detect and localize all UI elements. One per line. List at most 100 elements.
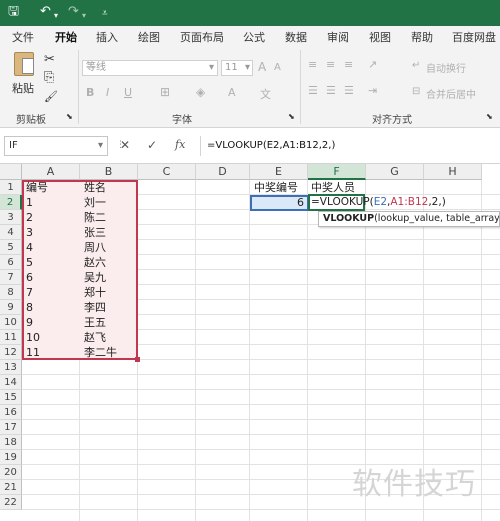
cell-a9[interactable]: 8 [24,300,33,315]
undo-icon[interactable]: ↶ [40,4,51,20]
fill-color-icon[interactable]: ◈ [196,85,205,99]
row-header-14[interactable]: 14 [0,375,22,390]
column-header-d[interactable]: D [196,164,250,180]
alignment-launcher-icon[interactable]: ⬊ [486,112,493,121]
border-icon[interactable]: ⊞ [160,85,170,99]
enter-icon[interactable]: ✓ [147,138,157,152]
row-header-9[interactable]: 9 [0,300,22,315]
name-box[interactable]: IF ▾ [4,136,108,156]
column-header-b[interactable]: B [80,164,138,180]
shrink-font-icon[interactable]: A [274,62,281,73]
function-tooltip[interactable]: VLOOKUP(lookup_value, table_array, c [318,211,500,227]
cell-a5[interactable]: 4 [24,240,33,255]
row-header-15[interactable]: 15 [0,390,22,405]
align-top-icon[interactable]: ≡ [308,58,317,71]
cell-e1[interactable]: 中奖编号 [252,180,298,195]
tab-formulas[interactable]: 公式 [243,29,265,45]
tab-data[interactable]: 数据 [285,29,307,45]
row-header-22[interactable]: 22 [0,495,22,510]
tab-view[interactable]: 视图 [369,29,391,45]
cell-a4[interactable]: 3 [24,225,33,240]
row-header-17[interactable]: 17 [0,420,22,435]
row-header-21[interactable]: 21 [0,480,22,495]
cell-b3[interactable]: 陈二 [82,210,106,225]
paste-button[interactable]: 粘贴 [10,50,40,98]
cell-a12[interactable]: 11 [24,345,40,360]
cell-b8[interactable]: 郑十 [82,285,106,300]
cell-b6[interactable]: 赵六 [82,255,106,270]
phonetic-icon[interactable]: 文 [260,86,271,102]
row-header-19[interactable]: 19 [0,450,22,465]
cell-b4[interactable]: 张三 [82,225,106,240]
cell-f1[interactable]: 中奖人员 [309,180,355,195]
underline-button[interactable]: U [124,86,132,99]
column-header-c[interactable]: C [138,164,196,180]
cancel-icon[interactable]: ✕ [120,138,130,152]
cell-b1[interactable]: 姓名 [82,180,106,195]
bold-button[interactable]: B [86,86,94,99]
cell-a2[interactable]: 1 [24,195,33,210]
row-header-13[interactable]: 13 [0,360,22,375]
row-header-6[interactable]: 6 [0,255,22,270]
tab-draw[interactable]: 绘图 [138,29,160,45]
tab-page-layout[interactable]: 页面布局 [180,29,224,45]
row-header-8[interactable]: 8 [0,285,22,300]
merge-center-icon[interactable]: ⊟ [412,86,420,97]
align-left-icon[interactable]: ☰ [308,84,318,97]
column-header-h[interactable]: H [424,164,482,180]
row-header-16[interactable]: 16 [0,405,22,420]
tab-help[interactable]: 帮助 [411,29,433,45]
grow-font-icon[interactable]: A [258,60,266,74]
cell-b12[interactable]: 李二牛 [82,345,117,360]
clipboard-launcher-icon[interactable]: ⬊ [66,112,73,121]
cell-f2-formula[interactable]: =VLOOKUP(E2,A1:B12,2,) [309,195,446,210]
cell-a11[interactable]: 10 [24,330,40,345]
tab-insert[interactable]: 插入 [96,29,118,45]
save-icon[interactable]: 🖫 [8,4,19,20]
cell-b11[interactable]: 赵飞 [82,330,106,345]
cell-b2[interactable]: 刘一 [82,195,106,210]
redo-dropdown-icon[interactable]: ▾ [82,8,86,24]
tab-home[interactable]: 开始 [55,29,77,49]
row-header-3[interactable]: 3 [0,210,22,225]
column-header-e[interactable]: E [250,164,308,180]
column-header-f[interactable]: F [308,164,366,180]
cell-b9[interactable]: 李四 [82,300,106,315]
align-bottom-icon[interactable]: ≡ [344,58,353,71]
column-header-a[interactable]: A [22,164,80,180]
italic-button[interactable]: I [106,86,109,99]
tab-file[interactable]: 文件 [12,29,34,45]
cell-a3[interactable]: 2 [24,210,33,225]
cell-a10[interactable]: 9 [24,315,33,330]
formula-input[interactable]: =VLOOKUP(E2,A1:B12,2,) [200,136,500,156]
cell-b10[interactable]: 王五 [82,315,106,330]
tab-review[interactable]: 审阅 [327,29,349,45]
select-all-corner[interactable] [0,164,22,180]
align-center-icon[interactable]: ☰ [326,84,336,97]
cell-e2[interactable]: 6 [250,195,306,210]
indent-icon[interactable]: ⇥ [368,84,377,97]
row-header-2[interactable]: 2 [0,195,22,210]
row-header-1[interactable]: 1 [0,180,22,195]
orientation-icon[interactable]: ↗ [368,58,377,71]
cell-a8[interactable]: 7 [24,285,33,300]
font-size-select[interactable]: 11 ▾ [221,60,253,76]
cell-a6[interactable]: 5 [24,255,33,270]
cell-b5[interactable]: 周八 [82,240,106,255]
column-header-g[interactable]: G [366,164,424,180]
merge-center-button[interactable]: 合并后居中 [426,86,476,101]
copy-icon[interactable]: ⎘ [44,70,54,85]
undo-dropdown-icon[interactable]: ▾ [54,8,58,24]
cell-a1[interactable]: 编号 [24,180,48,195]
align-middle-icon[interactable]: ≡ [326,58,335,71]
insert-function-icon[interactable]: fx [175,138,185,151]
row-header-11[interactable]: 11 [0,330,22,345]
row-header-7[interactable]: 7 [0,270,22,285]
redo-icon[interactable]: ↷ [68,4,79,20]
row-header-20[interactable]: 20 [0,465,22,480]
font-launcher-icon[interactable]: ⬊ [288,112,295,121]
wrap-text-icon[interactable]: ↵ [412,60,420,71]
cut-icon[interactable]: ✂ [44,52,55,67]
align-right-icon[interactable]: ☰ [344,84,354,97]
format-painter-icon[interactable]: 🖌 [44,90,58,103]
